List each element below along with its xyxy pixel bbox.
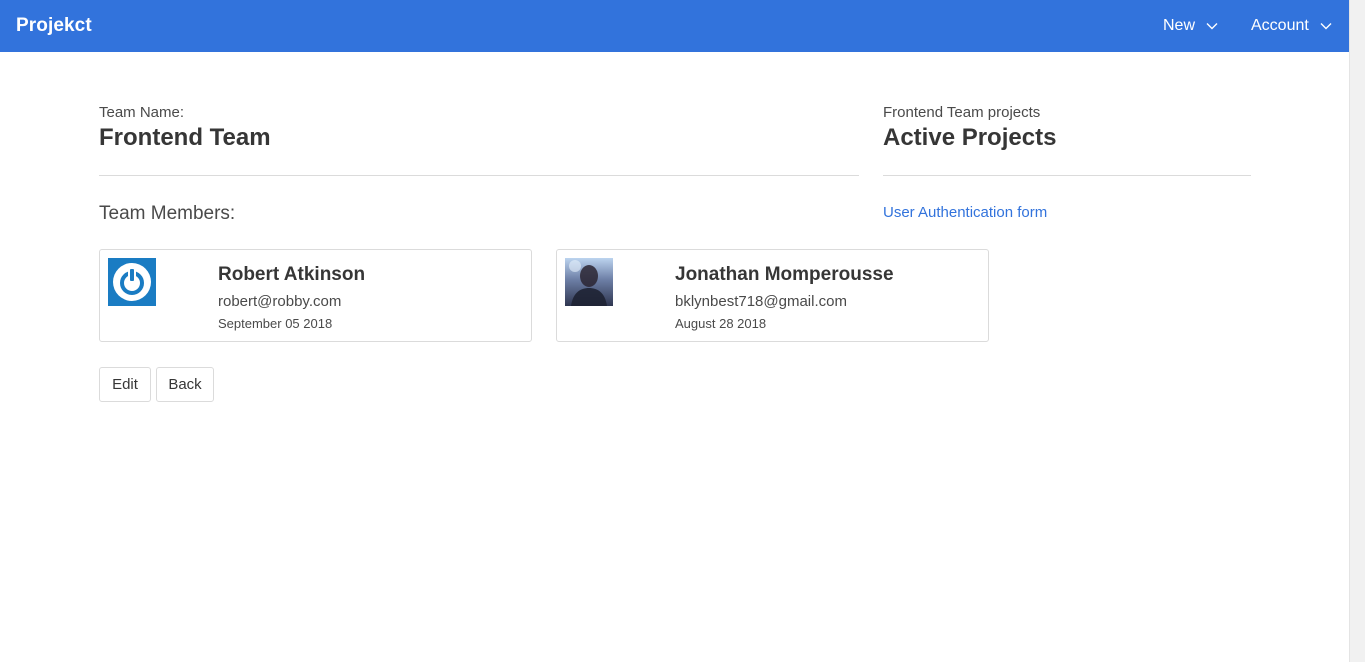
nav-new-dropdown[interactable]: New [1163, 17, 1218, 35]
top-navbar: Projekct New Account [0, 0, 1349, 52]
member-date: August 28 2018 [675, 316, 767, 331]
chevron-down-icon [1206, 23, 1218, 30]
projects-label: Frontend Team projects [883, 104, 1041, 121]
photo-avatar-icon [569, 260, 607, 306]
active-projects-title: Active Projects [883, 124, 1057, 151]
vertical-scrollbar[interactable] [1349, 0, 1365, 662]
chevron-down-icon [1320, 23, 1332, 30]
page: Projekct New Account Team Name: Frontend… [0, 0, 1365, 662]
member-email: bklynbest718@gmail.com [675, 293, 847, 310]
projects-divider [883, 175, 1251, 176]
member-name: Jonathan Momperousse [675, 264, 894, 285]
team-members-heading: Team Members: [99, 203, 236, 224]
member-date: September 05 2018 [218, 316, 333, 331]
member-card[interactable]: Jonathan Momperousse bklynbest718@gmail.… [556, 249, 989, 342]
nav-new-label: New [1163, 17, 1196, 34]
team-divider [99, 175, 859, 176]
member-name: Robert Atkinson [218, 264, 366, 285]
brand-logo[interactable]: Projekct [16, 15, 92, 37]
nav-account-label: Account [1251, 17, 1309, 34]
project-link-user-authentication-form[interactable]: User Authentication form [883, 204, 1047, 221]
team-name-title: Frontend Team [99, 124, 271, 151]
power-icon [113, 263, 151, 301]
team-name-label: Team Name: [99, 104, 185, 121]
avatar [565, 258, 613, 306]
member-email: robert@robby.com [218, 293, 342, 310]
back-button[interactable]: Back [156, 367, 214, 402]
edit-button[interactable]: Edit [99, 367, 151, 402]
member-card[interactable]: Robert Atkinson robert@robby.com Septemb… [99, 249, 532, 342]
avatar [108, 258, 156, 306]
nav-account-dropdown[interactable]: Account [1251, 17, 1332, 35]
